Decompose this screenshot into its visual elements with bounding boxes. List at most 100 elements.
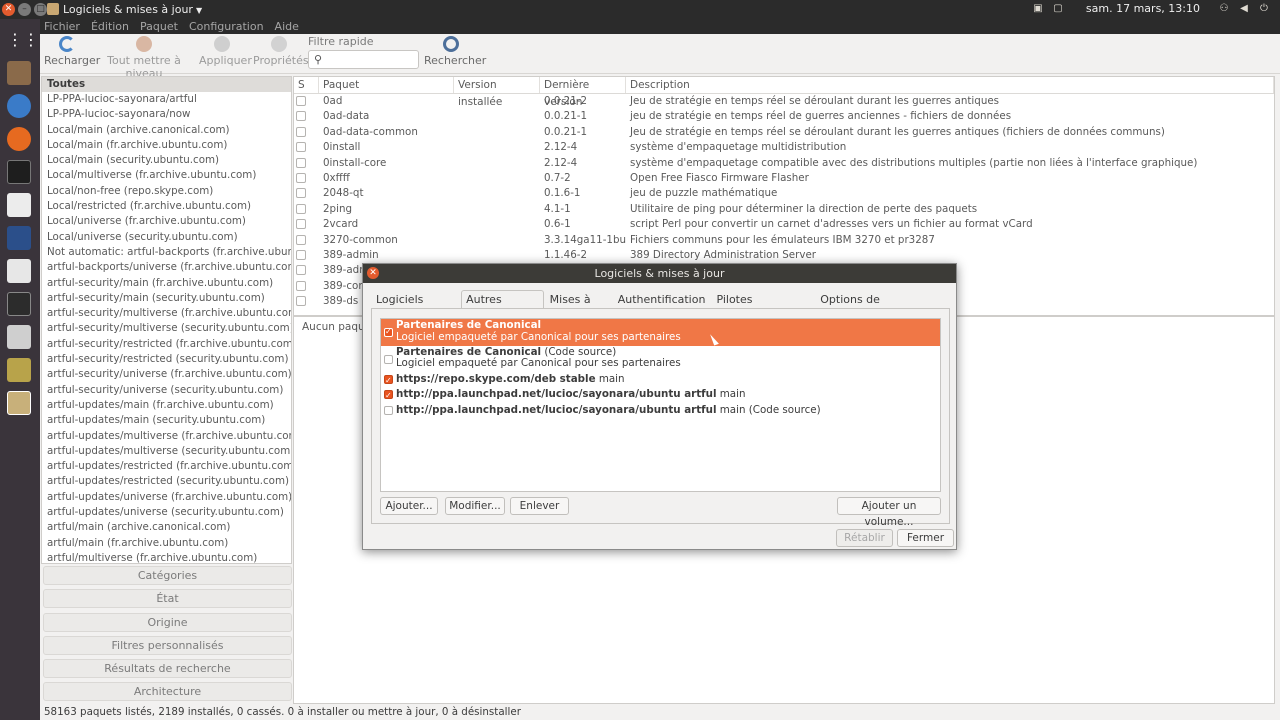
filter-item[interactable]: Local/main (security.ubuntu.com) xyxy=(42,153,291,168)
tasks-icon[interactable] xyxy=(7,160,31,184)
thunderbird-icon[interactable] xyxy=(7,94,31,118)
volume-icon[interactable]: ◀ xyxy=(1234,3,1254,14)
menu-fichier[interactable]: Fichier xyxy=(44,19,80,34)
reload-button[interactable]: Recharger xyxy=(44,36,100,67)
col-status-header[interactable]: S xyxy=(294,77,319,93)
source-checkbox[interactable] xyxy=(384,354,393,364)
tab-developer-options[interactable]: Options de développement xyxy=(815,290,955,324)
filter-item[interactable]: artful-security/main (fr.archive.ubuntu.… xyxy=(42,276,291,291)
filter-item[interactable]: artful-security/universe (fr.archive.ubu… xyxy=(42,367,291,382)
filter-item[interactable]: Local/multiverse (fr.archive.ubuntu.com) xyxy=(42,168,291,183)
table-row[interactable]: 0ad-data 0.0.21-1 jeu de stratégie en temp… xyxy=(294,109,1274,124)
app-title-menu[interactable]: Logiciels & mises à jour ▼ xyxy=(63,3,202,16)
table-row[interactable]: 0ad 0.0.21-2 Jeu de stratégie en temps rée… xyxy=(294,94,1274,109)
a11y-indicator-icon[interactable]: ▢ xyxy=(1048,3,1068,14)
firefox-icon[interactable] xyxy=(7,127,31,151)
add-volume-button[interactable]: Ajouter un volume... xyxy=(837,497,941,528)
package-checkbox[interactable] xyxy=(296,96,306,106)
quick-filter-input[interactable]: ⚲ xyxy=(308,50,419,69)
filter-item[interactable]: artful-updates/main (security.ubuntu.com… xyxy=(42,413,291,428)
filter-item[interactable]: artful/main (archive.canonical.com) xyxy=(42,520,291,535)
status-checkbox[interactable] xyxy=(294,248,319,263)
filter-item[interactable]: Local/non-free (repo.skype.com) xyxy=(42,184,291,199)
remove-source-button[interactable]: Enlever xyxy=(510,497,569,515)
filter-item[interactable]: artful-security/multiverse (fr.archive.u… xyxy=(42,306,291,321)
files-icon[interactable] xyxy=(7,61,31,85)
filter-item[interactable]: artful/main (fr.archive.ubuntu.com) xyxy=(42,536,291,551)
status-checkbox[interactable] xyxy=(294,233,319,248)
filter-item[interactable]: artful-updates/universe (security.ubuntu… xyxy=(42,505,291,520)
package-icon[interactable] xyxy=(7,358,31,382)
maximize-window-icon[interactable]: □ xyxy=(34,3,47,16)
col-package-header[interactable]: Paquet xyxy=(319,77,454,93)
filter-item[interactable]: Local/main (archive.canonical.com) xyxy=(42,123,291,138)
search-results-button[interactable]: Résultats de recherche xyxy=(43,659,292,679)
package-checkbox[interactable] xyxy=(296,126,306,137)
filter-item[interactable]: Local/restricted (fr.archive.ubuntu.com) xyxy=(42,199,291,214)
table-row[interactable]: 0install 2.12-4 système d'empaquetage mult… xyxy=(294,140,1274,155)
monitor-icon[interactable] xyxy=(7,226,31,250)
status-checkbox[interactable] xyxy=(294,217,319,232)
filter-item[interactable]: artful-security/restricted (security.ubu… xyxy=(42,352,291,367)
edit-source-button[interactable]: Modifier... xyxy=(445,497,505,515)
source-checkbox[interactable] xyxy=(384,405,393,415)
col-installed-header[interactable]: Version installée xyxy=(454,77,540,108)
categories-button[interactable]: Catégories xyxy=(43,566,292,585)
status-checkbox[interactable] xyxy=(294,94,319,109)
filter-item[interactable]: artful-updates/restricted (fr.archive.ub… xyxy=(42,459,291,474)
status-checkbox[interactable] xyxy=(294,186,319,201)
filter-item[interactable]: artful-security/restricted (fr.archive.u… xyxy=(42,337,291,352)
package-checkbox[interactable] xyxy=(296,157,306,168)
package-checkbox[interactable] xyxy=(296,219,306,230)
menu-paquet[interactable]: Paquet xyxy=(140,19,178,34)
package-checkbox[interactable] xyxy=(296,203,306,214)
table-row[interactable]: 2048-qt 0.1.6-1 jeu de puzzle mathématique xyxy=(294,186,1274,201)
source-item[interactable]: http://ppa.launchpad.net/lucioc/sayonara… xyxy=(381,403,940,418)
clock[interactable]: sam. 17 mars, 13:10 xyxy=(1086,2,1200,15)
status-checkbox[interactable] xyxy=(294,156,319,171)
source-item[interactable]: https://repo.skype.com/deb stable main xyxy=(381,372,940,388)
sources-list[interactable]: Partenaires de CanonicalLogiciel empaque… xyxy=(380,318,941,492)
col-latest-header[interactable]: Dernière version xyxy=(540,77,626,108)
status-checkbox[interactable] xyxy=(294,294,319,309)
filter-item[interactable]: artful-security/main (security.ubuntu.co… xyxy=(42,291,291,306)
tab-authentication[interactable]: Authentification xyxy=(613,290,711,308)
text-editor-icon[interactable] xyxy=(7,259,31,283)
package-checkbox[interactable] xyxy=(296,296,306,307)
filter-item[interactable]: artful-backports/universe (fr.archive.ub… xyxy=(42,260,291,275)
status-checkbox[interactable] xyxy=(294,125,319,140)
menu-edition[interactable]: Édition xyxy=(91,19,129,34)
filter-item[interactable]: artful-security/universe (security.ubunt… xyxy=(42,383,291,398)
source-checkbox[interactable] xyxy=(384,373,393,388)
document-icon[interactable] xyxy=(7,193,31,217)
filter-item[interactable]: LP-PPA-lucioc-sayonara/now xyxy=(42,107,291,122)
upgrade-all-button[interactable]: Tout mettre à niveau xyxy=(98,36,190,80)
filter-list[interactable]: Toutes LP-PPA-lucioc-sayonara/artful LP-PP… xyxy=(41,76,292,564)
package-checkbox[interactable] xyxy=(296,142,306,153)
power-icon[interactable]: ⏻ xyxy=(1254,3,1274,14)
filter-item[interactable]: Local/universe (security.ubuntu.com) xyxy=(42,230,291,245)
filter-item[interactable]: Local/main (fr.archive.ubuntu.com) xyxy=(42,138,291,153)
status-checkbox[interactable] xyxy=(294,279,319,294)
package-checkbox[interactable] xyxy=(296,111,306,122)
table-row[interactable]: 0ad-data-common 0.0.21-1 Jeu de stratégie … xyxy=(294,125,1274,140)
origin-button[interactable]: Origine xyxy=(43,612,292,632)
source-item[interactable]: Partenaires de CanonicalLogiciel empaque… xyxy=(381,319,940,346)
architecture-button[interactable]: Architecture xyxy=(43,682,292,702)
filter-item[interactable]: artful-security/multiverse (security.ubu… xyxy=(42,321,291,336)
filter-item[interactable]: Local/universe (fr.archive.ubuntu.com) xyxy=(42,214,291,229)
table-row[interactable]: 2ping 4.1-1 Utilitaire de ping pour déterm… xyxy=(294,202,1274,217)
source-checkbox[interactable] xyxy=(384,388,393,404)
menu-configuration[interactable]: Configuration xyxy=(189,19,264,34)
filter-item[interactable]: artful-updates/restricted (security.ubun… xyxy=(42,474,291,489)
apply-button[interactable]: Appliquer xyxy=(199,36,252,67)
tab-additional-drivers[interactable]: Pilotes additionnels xyxy=(711,290,814,324)
col-description-header[interactable]: Description xyxy=(626,77,1274,93)
close-window-icon[interactable]: ✕ xyxy=(2,3,15,16)
terminal-icon[interactable] xyxy=(7,292,31,316)
package-checkbox[interactable] xyxy=(296,172,306,183)
source-checkbox[interactable] xyxy=(384,326,393,338)
apps-grid-icon[interactable]: ⋮⋮ xyxy=(7,28,39,52)
filter-item[interactable]: Not automatic: artful-backports (fr.arch… xyxy=(42,245,291,260)
status-checkbox[interactable] xyxy=(294,140,319,155)
